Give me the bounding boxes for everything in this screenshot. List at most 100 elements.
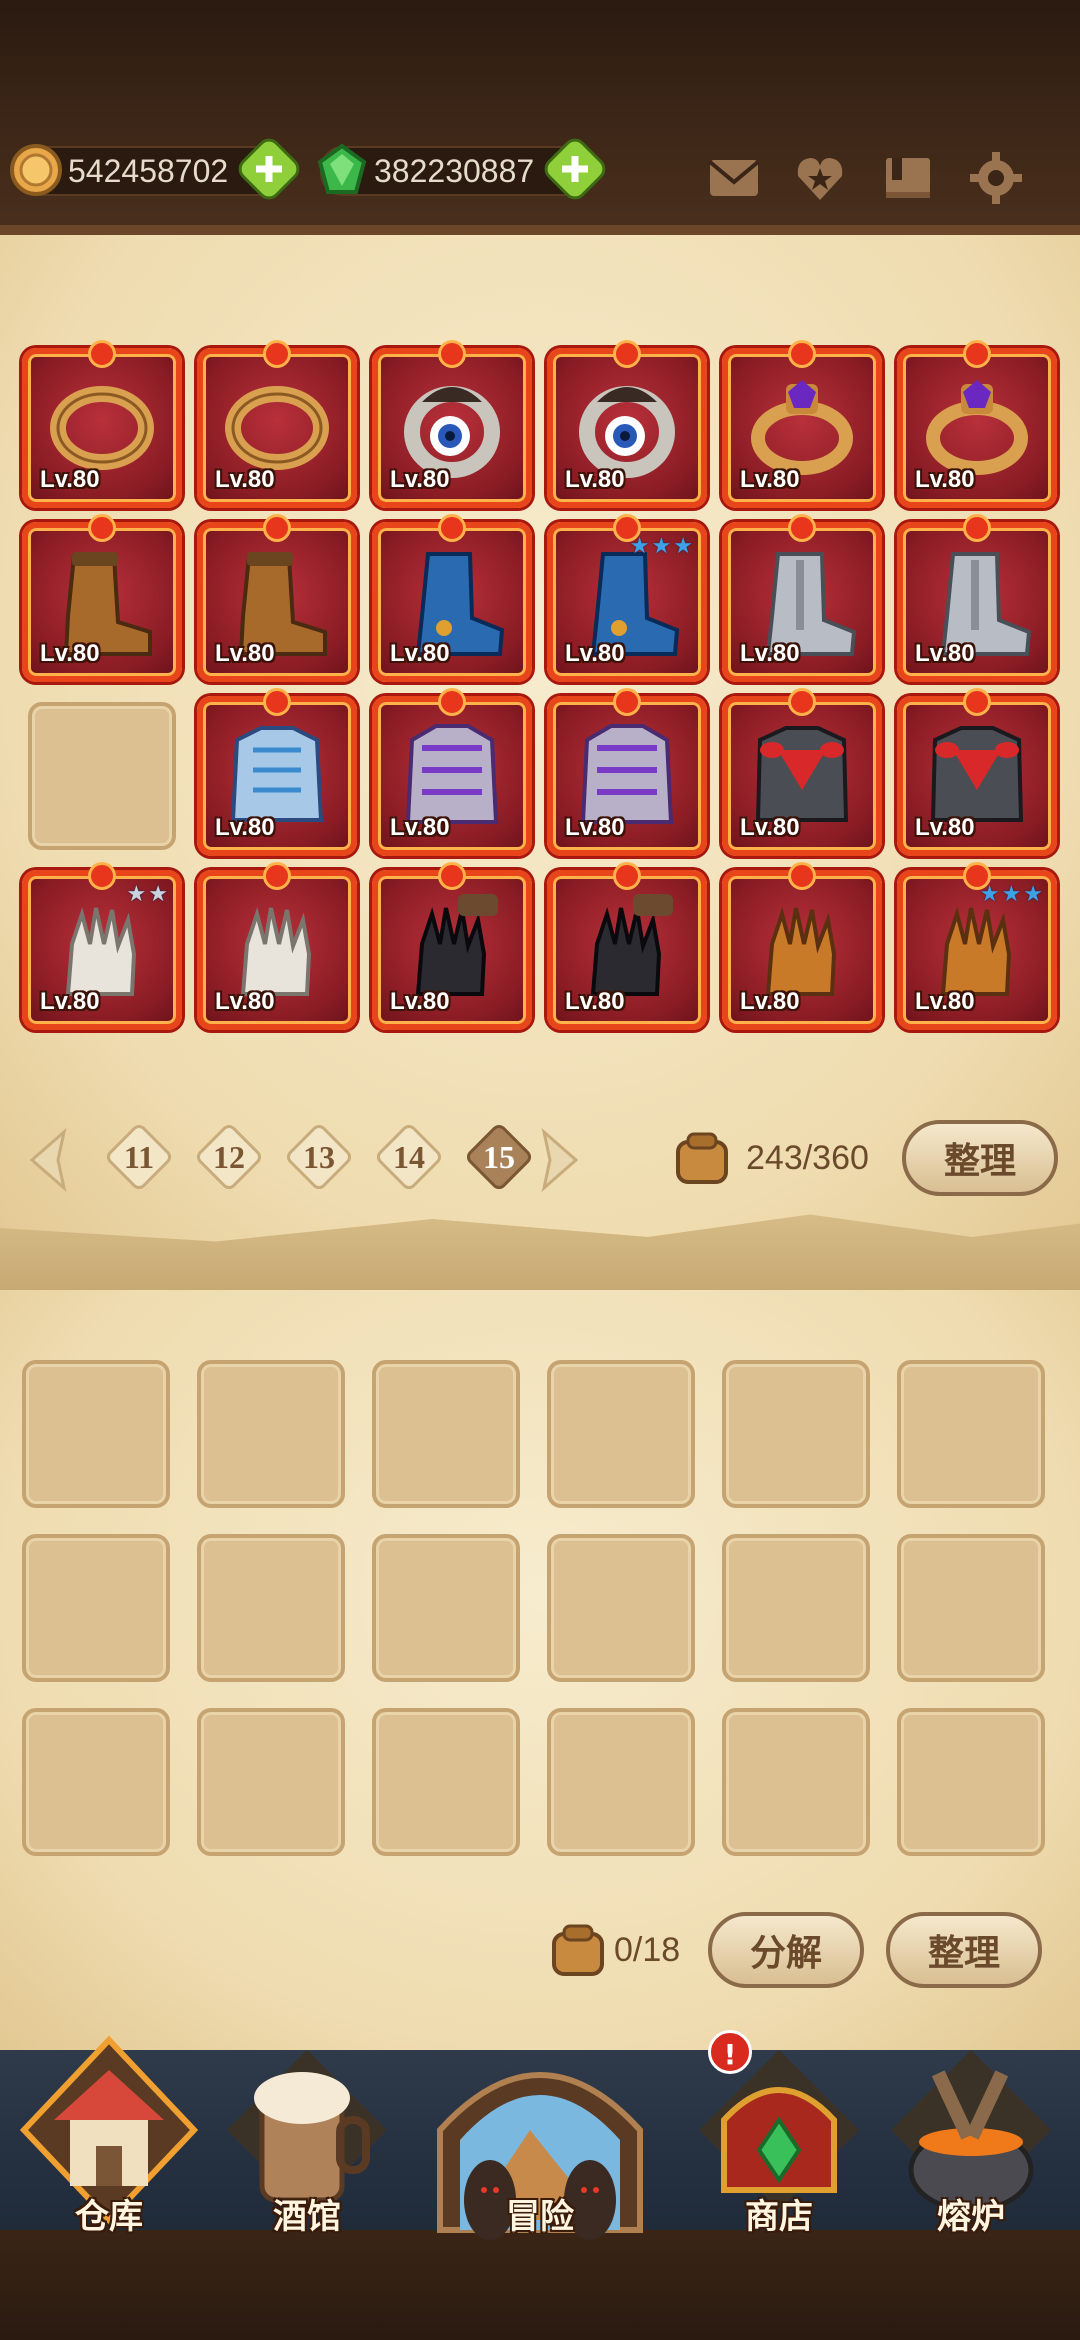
equipment-item[interactable]: Lv.80: [197, 348, 357, 508]
equipment-item[interactable]: Lv.80: [372, 522, 532, 682]
nav-shop[interactable]: ! 商店: [684, 2030, 874, 2240]
page-number: 11: [123, 1139, 155, 1175]
equipment-item[interactable]: Lv.80: [372, 870, 532, 1030]
equipment-item[interactable]: Lv.80: [897, 696, 1057, 856]
equipment-item[interactable]: ★ ★ ★ Lv.80: [897, 870, 1057, 1030]
page-button-14[interactable]: 14: [373, 1121, 445, 1193]
equipment-item[interactable]: Lv.80: [722, 348, 882, 508]
salvage-slot[interactable]: [547, 1534, 695, 1682]
salvage-slot[interactable]: [722, 1360, 870, 1508]
salvage-slot[interactable]: [372, 1708, 520, 1856]
equipment-item[interactable]: Lv.80: [197, 870, 357, 1030]
star-icon: ★: [1001, 882, 1022, 907]
page-button-11[interactable]: 11: [103, 1121, 175, 1193]
equipment-item[interactable]: Lv.80: [372, 696, 532, 856]
gold-resource: 542458702: [10, 133, 305, 205]
salvage-slot[interactable]: [372, 1360, 520, 1508]
page-navigation: 11 12 13 14 15 243/360 整理: [20, 1120, 1070, 1200]
star-icon: ★: [979, 882, 1000, 907]
salvage-slot[interactable]: [547, 1708, 695, 1856]
settings-gear-icon[interactable]: [968, 150, 1024, 206]
page-button-15[interactable]: 15: [463, 1121, 535, 1193]
item-level: Lv.80: [565, 814, 625, 841]
gold-amount: 542458702: [68, 152, 229, 189]
star-icon: ★: [651, 534, 672, 559]
equipment-item[interactable]: Lv.80: [722, 870, 882, 1030]
salvage-slot[interactable]: [722, 1534, 870, 1682]
page-button-13[interactable]: 13: [283, 1121, 355, 1193]
nav-adventure[interactable]: 冒险: [420, 2030, 660, 2240]
salvage-slot[interactable]: [197, 1708, 345, 1856]
salvage-slot[interactable]: [897, 1534, 1045, 1682]
empty-slot[interactable]: [28, 702, 176, 850]
green-gem-icon: [317, 143, 367, 194]
salvage-slot[interactable]: [897, 1708, 1045, 1856]
salvage-slot[interactable]: [547, 1360, 695, 1508]
item-level: Lv.80: [740, 466, 800, 493]
mail-icon[interactable]: [706, 150, 762, 206]
favorites-icon[interactable]: [792, 150, 848, 206]
salvage-slot[interactable]: [197, 1534, 345, 1682]
equipment-item[interactable]: Lv.80: [372, 348, 532, 508]
equipment-grid: Lv.80 Lv.80 Lv.80 Lv.80 Lv.80 Lv.80 Lv.80 Lv.80…: [22, 348, 1062, 1030]
item-level: Lv.80: [40, 466, 100, 493]
item-level: Lv.80: [740, 640, 800, 667]
equipment-item[interactable]: ★ ★ ★ Lv.80: [547, 522, 707, 682]
item-level: Lv.80: [915, 988, 975, 1015]
star-icon: ★: [629, 534, 650, 559]
inventory-capacity: 243/360: [672, 1128, 869, 1188]
salvage-slot[interactable]: [372, 1534, 520, 1682]
equipment-item[interactable]: Lv.80: [547, 870, 707, 1030]
salvage-slot[interactable]: [22, 1360, 170, 1508]
item-level: Lv.80: [565, 988, 625, 1015]
salvage-slot[interactable]: [22, 1534, 170, 1682]
sort-inventory-button[interactable]: 整理: [902, 1120, 1058, 1196]
equipment-item[interactable]: Lv.80: [547, 348, 707, 508]
item-level: Lv.80: [565, 466, 625, 493]
item-level: Lv.80: [915, 814, 975, 841]
bag-icon: [552, 1924, 604, 1976]
page-button-12[interactable]: 12: [193, 1121, 265, 1193]
equipment-item[interactable]: Lv.80: [197, 696, 357, 856]
page-number: 15: [483, 1139, 515, 1175]
salvage-slot[interactable]: [722, 1708, 870, 1856]
equipment-item[interactable]: Lv.80: [22, 348, 182, 508]
nav-tavern[interactable]: 酒馆: [212, 2030, 402, 2240]
nav-label: 熔炉: [937, 2197, 1005, 2237]
decompose-button[interactable]: 分解: [708, 1912, 864, 1988]
next-page-arrow-icon[interactable]: [540, 1128, 580, 1192]
sort-salvage-button[interactable]: 整理: [886, 1912, 1042, 1988]
book-icon[interactable]: [880, 150, 936, 206]
equipment-item[interactable]: Lv.80: [897, 522, 1057, 682]
equipment-item[interactable]: Lv.80: [722, 522, 882, 682]
star-icon: ★: [673, 534, 693, 559]
equipment-item[interactable]: Lv.80: [897, 348, 1057, 508]
star-rating: ★ ★ ★: [630, 534, 693, 559]
item-level: Lv.80: [565, 640, 625, 667]
equipment-item[interactable]: Lv.80: [722, 696, 882, 856]
salvage-slot[interactable]: [197, 1360, 345, 1508]
salvage-slot[interactable]: [22, 1708, 170, 1856]
item-level: Lv.80: [390, 466, 450, 493]
nav-label: 商店: [745, 2197, 813, 2237]
item-level: Lv.80: [915, 466, 975, 493]
item-level: Lv.80: [215, 814, 275, 841]
add-gold-button[interactable]: [233, 133, 305, 205]
item-level: Lv.80: [215, 466, 275, 493]
prev-page-arrow-icon[interactable]: [28, 1128, 68, 1192]
salvage-count-text: 0/18: [614, 1930, 681, 1969]
star-rating: ★ ★ ★: [980, 882, 1043, 907]
page-number: 14: [393, 1139, 425, 1175]
equipment-item[interactable]: Lv.80: [197, 522, 357, 682]
nav-warehouse[interactable]: 仓库: [14, 2030, 204, 2240]
nav-furnace[interactable]: 熔炉: [876, 2030, 1066, 2240]
salvage-slot[interactable]: [897, 1360, 1045, 1508]
equipment-item[interactable]: ★ ★ Lv.80: [22, 870, 182, 1030]
add-gems-button[interactable]: [539, 133, 611, 205]
salvage-grid: [22, 1360, 1062, 1856]
item-level: Lv.80: [215, 988, 275, 1015]
item-level: Lv.80: [40, 640, 100, 667]
equipment-item[interactable]: Lv.80: [547, 696, 707, 856]
item-level: Lv.80: [390, 640, 450, 667]
equipment-item[interactable]: Lv.80: [22, 522, 182, 682]
